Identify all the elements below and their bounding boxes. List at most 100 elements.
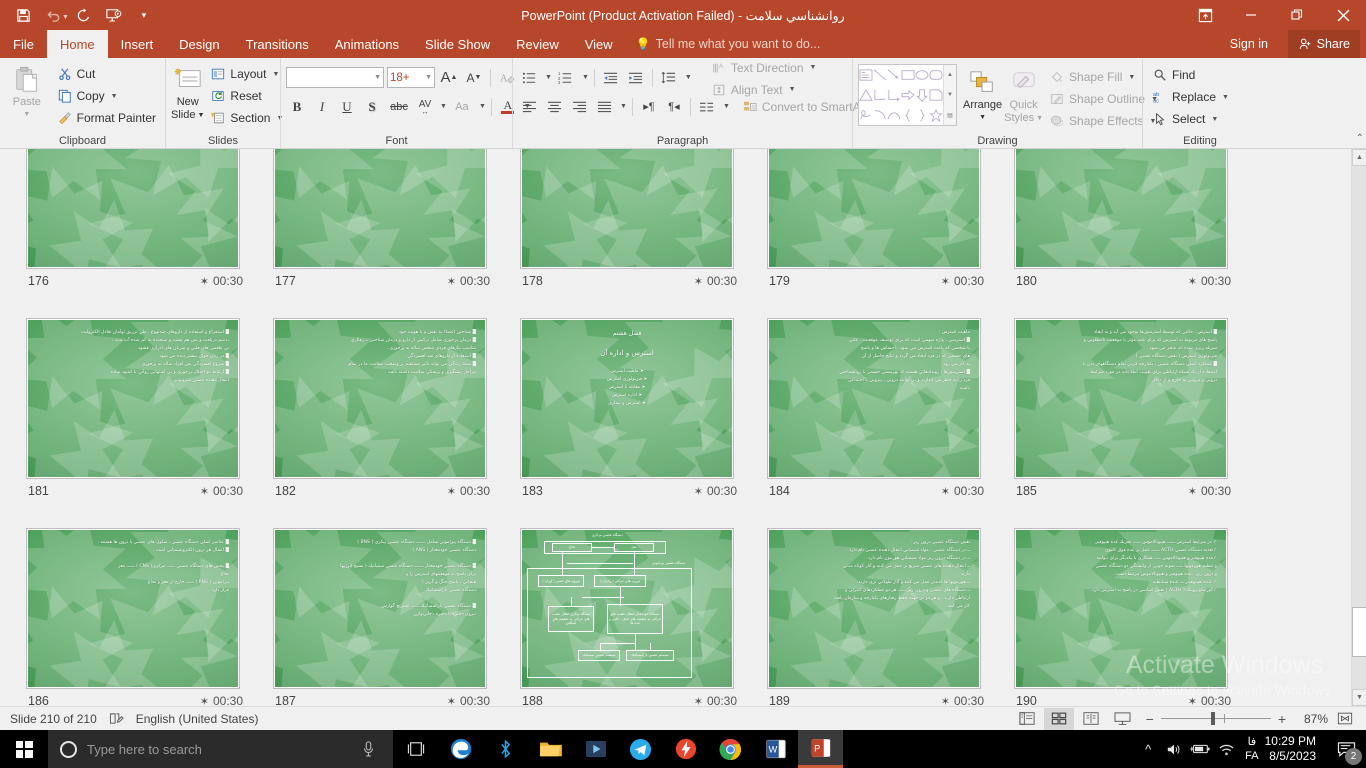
slide-sorter-scrollbar[interactable]: ▲ ▼ bbox=[1351, 149, 1366, 706]
bullets-caret[interactable]: ▼ bbox=[545, 74, 552, 81]
change-case-button[interactable]: Aa bbox=[450, 96, 474, 118]
increase-indent-button[interactable] bbox=[625, 67, 647, 89]
slide-timing[interactable]: ✶00:30 bbox=[694, 484, 737, 498]
slide-timing[interactable]: ✶00:30 bbox=[941, 694, 984, 706]
shape-curve-icon[interactable] bbox=[887, 105, 901, 125]
close-button[interactable] bbox=[1320, 0, 1366, 30]
slideshow-view-button[interactable] bbox=[1108, 708, 1138, 730]
right-to-left-button[interactable]: ¶◂ bbox=[663, 96, 685, 118]
redo-icon[interactable] bbox=[69, 2, 99, 28]
increase-font-size-button[interactable]: A▲ bbox=[438, 67, 460, 89]
shape-line-icon[interactable] bbox=[873, 65, 887, 85]
slide-timing[interactable]: ✶00:30 bbox=[1188, 694, 1231, 706]
shapes-scroll-up-icon[interactable]: ▲ bbox=[944, 65, 956, 85]
slide-thumbnail-184[interactable]: ماهيت استرس :▓ استرسي ، واژه مبهمي است ك… bbox=[767, 318, 981, 479]
transition-star-icon[interactable]: ✶ bbox=[694, 485, 703, 498]
start-slideshow-icon[interactable] bbox=[99, 2, 129, 28]
shape-arc-icon[interactable] bbox=[873, 105, 887, 125]
fit-slide-to-window-button[interactable] bbox=[1330, 708, 1360, 730]
align-right-button[interactable] bbox=[568, 96, 590, 118]
shape-fill-caret[interactable]: ▼ bbox=[1128, 74, 1135, 81]
shape-elbow-connector-icon[interactable] bbox=[873, 85, 887, 105]
slide-timing[interactable]: ✶00:30 bbox=[447, 274, 490, 288]
sign-in-button[interactable]: Sign in bbox=[1230, 30, 1268, 58]
font-size-dropdown-caret[interactable]: ▼ bbox=[425, 74, 432, 81]
numbering-caret[interactable]: ▼ bbox=[582, 74, 589, 81]
shape-rounded-rectangle-icon[interactable] bbox=[929, 65, 943, 85]
tab-slide-show[interactable]: Slide Show bbox=[412, 30, 503, 58]
shape-left-brace-icon[interactable] bbox=[901, 105, 915, 125]
save-icon[interactable] bbox=[8, 2, 38, 28]
microphone-icon[interactable] bbox=[362, 741, 393, 757]
font-size-combobox[interactable]: 18+ ▼ bbox=[387, 67, 435, 88]
slide-timing[interactable]: ✶00:30 bbox=[941, 484, 984, 498]
italic-button[interactable]: I bbox=[311, 96, 333, 118]
transition-star-icon[interactable]: ✶ bbox=[941, 485, 950, 498]
arrange-dropdown-caret[interactable]: ▼ bbox=[979, 111, 986, 124]
slide-counter[interactable]: Slide 210 of 210 bbox=[10, 712, 97, 726]
transition-star-icon[interactable]: ✶ bbox=[447, 695, 456, 707]
wifi-icon[interactable] bbox=[1213, 742, 1239, 757]
shape-down-arrow-icon[interactable] bbox=[915, 85, 929, 105]
slide-thumbnail-190[interactable]: ✓ در شرايط استرس ــــــ هيپوتالاموس ــــ… bbox=[1014, 528, 1228, 689]
slide-timing[interactable]: ✶00:30 bbox=[447, 694, 490, 706]
new-slide-button[interactable]: New Slide ▼ bbox=[171, 61, 204, 122]
align-left-button[interactable] bbox=[518, 96, 540, 118]
slide-thumbnail-183[interactable]: فصل هشتماسترس و اداره آن➤ ماهيت استرس➤ ف… bbox=[520, 318, 734, 479]
slide-timing[interactable]: ✶00:30 bbox=[1188, 274, 1231, 288]
numbering-button[interactable]: 123 bbox=[555, 67, 577, 89]
taskbar-file-explorer-icon[interactable] bbox=[528, 730, 573, 768]
character-spacing-button[interactable]: AV↔ bbox=[415, 96, 435, 118]
tab-transitions[interactable]: Transitions bbox=[233, 30, 322, 58]
text-direction-button[interactable]: A Text Direction ▼ bbox=[707, 57, 821, 79]
ribbon-display-options-icon[interactable] bbox=[1182, 0, 1228, 30]
shapes-gallery[interactable]: ▲ ▼ ▤ bbox=[858, 64, 957, 126]
replace-button[interactable]: abac Replace ▼ bbox=[1148, 86, 1233, 108]
shape-scribble-icon[interactable] bbox=[859, 105, 873, 125]
shape-right-brace-icon[interactable] bbox=[915, 105, 929, 125]
bold-button[interactable]: B bbox=[286, 96, 308, 118]
slide-thumbnail-188[interactable]: دستگاه عصبي مركزيدستگاه عصبي پيرامونينخا… bbox=[520, 528, 734, 689]
undo-dropdown-caret[interactable]: ▼ bbox=[62, 10, 69, 21]
slide-timing[interactable]: ✶00:30 bbox=[694, 694, 737, 706]
decrease-font-size-button[interactable]: A▼ bbox=[463, 67, 485, 89]
tab-animations[interactable]: Animations bbox=[322, 30, 412, 58]
select-button[interactable]: Select ▼ bbox=[1148, 108, 1233, 130]
slide-thumbnail-180[interactable]: مي شود . bbox=[1014, 149, 1228, 269]
shape-elbow-arrow-icon[interactable] bbox=[887, 85, 901, 105]
bullets-button[interactable] bbox=[518, 67, 540, 89]
customize-qat-icon[interactable]: ▾ bbox=[129, 2, 159, 28]
slide-timing[interactable]: ✶00:30 bbox=[447, 484, 490, 498]
transition-star-icon[interactable]: ✶ bbox=[200, 275, 209, 288]
slide-sorter-view-button[interactable] bbox=[1044, 708, 1074, 730]
copy-button[interactable]: Copy ▼ bbox=[53, 85, 160, 107]
zoom-level[interactable]: 87% bbox=[1294, 712, 1328, 726]
transition-star-icon[interactable]: ✶ bbox=[447, 485, 456, 498]
slide-thumbnail-185[interactable]: ▓ استرس ، حالتي كه توسط استرسورها بوجود … bbox=[1014, 318, 1228, 479]
slide-sorter-pane[interactable]: ( تعريف از طرح ارائه )176✶00:30 177✶00:3… bbox=[0, 149, 1351, 706]
shapes-gallery-scrollbar[interactable]: ▲ ▼ ▤ bbox=[943, 65, 956, 125]
zoom-thumb[interactable] bbox=[1211, 712, 1215, 725]
line-spacing-caret[interactable]: ▼ bbox=[685, 74, 692, 81]
slide-thumbnail-176[interactable]: ( تعريف از طرح ارائه ) bbox=[26, 149, 240, 269]
tab-design[interactable]: Design bbox=[166, 30, 232, 58]
transition-star-icon[interactable]: ✶ bbox=[694, 695, 703, 707]
collapse-ribbon-icon[interactable]: ⌃ bbox=[1356, 133, 1364, 144]
replace-caret[interactable]: ▼ bbox=[1222, 94, 1229, 101]
notes-icon[interactable] bbox=[109, 712, 124, 726]
justify-caret[interactable]: ▼ bbox=[620, 103, 627, 110]
slide-thumbnail-187[interactable]: ▓ دستگاه پيراموني شامل ـــــــ دستگاه عص… bbox=[273, 528, 487, 689]
taskbar-bluetooth-icon[interactable] bbox=[483, 730, 528, 768]
tab-view[interactable]: View bbox=[572, 30, 626, 58]
reading-view-button[interactable] bbox=[1076, 708, 1106, 730]
transition-star-icon[interactable]: ✶ bbox=[200, 485, 209, 498]
taskbar-search-box[interactable]: Type here to search bbox=[48, 730, 393, 768]
quick-styles-dropdown-caret[interactable]: ▼ bbox=[1036, 112, 1043, 125]
slide-timing[interactable]: ✶00:30 bbox=[941, 274, 984, 288]
taskbar-media-player-icon[interactable] bbox=[573, 730, 618, 768]
transition-star-icon[interactable]: ✶ bbox=[941, 275, 950, 288]
minimize-button[interactable] bbox=[1228, 0, 1274, 30]
taskbar-powerpoint-icon[interactable]: P bbox=[798, 730, 843, 768]
show-hidden-icons-button[interactable]: ^ bbox=[1135, 742, 1161, 757]
shape-textbox-icon[interactable] bbox=[859, 65, 873, 85]
